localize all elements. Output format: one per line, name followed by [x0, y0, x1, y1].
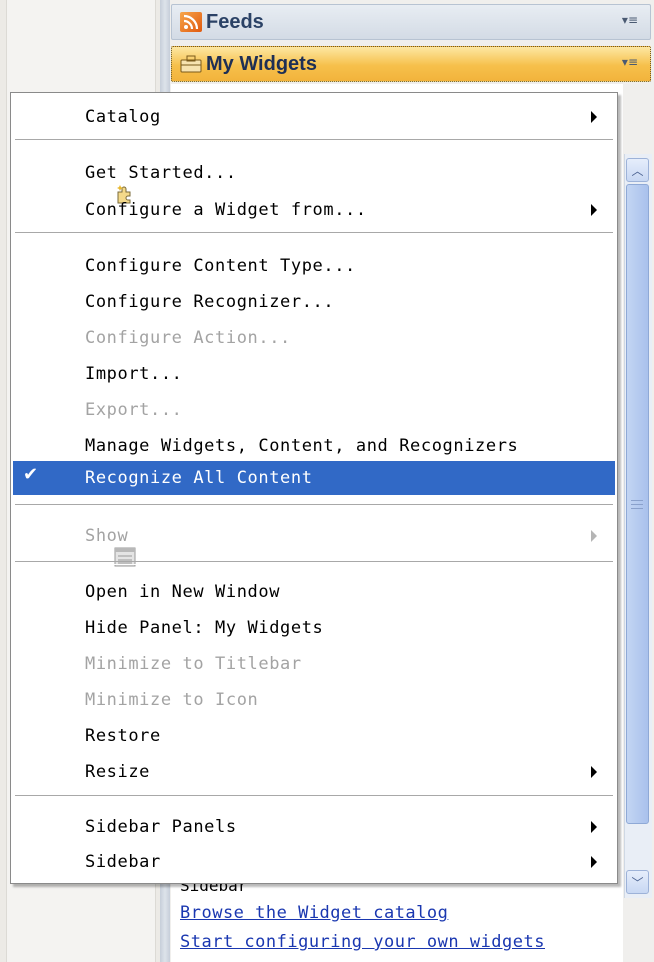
menu-item-resize[interactable]: Resize	[13, 757, 615, 787]
menu-item-sidebar[interactable]: Sidebar	[13, 847, 615, 877]
configure-widgets-link[interactable]: Start configuring your own widgets	[180, 932, 545, 952]
menu-item-manage[interactable]: Manage Widgets, Content, and Recognizers	[13, 431, 615, 461]
submenu-arrow-icon	[591, 111, 597, 123]
menu-item-label: Catalog	[85, 107, 161, 127]
submenu-arrow-icon	[591, 204, 597, 216]
scroll-grip-line	[631, 504, 643, 505]
context-menu: Catalog Get Started... Configure a Widge…	[10, 92, 618, 884]
feeds-panel-menu-icon[interactable]: ▾≡	[622, 13, 638, 27]
my-widgets-panel-menu-icon[interactable]: ▾≡	[622, 55, 638, 69]
scroll-grip-line	[631, 500, 643, 501]
menu-item-label: Configure Content Type...	[85, 256, 356, 276]
submenu-arrow-icon	[591, 821, 597, 833]
my-widgets-panel-header[interactable]: My Widgets ▾≡	[171, 46, 651, 82]
rss-feed-icon	[180, 12, 202, 32]
scroll-down-button[interactable]: ﹀	[626, 870, 649, 894]
menu-separator	[15, 139, 613, 143]
menu-separator	[15, 795, 613, 799]
feeds-panel-title: Feeds	[206, 10, 264, 33]
menu-item-label: Recognize All Content	[85, 468, 313, 488]
menu-item-recognize-all[interactable]: ✔ Recognize All Content	[13, 461, 615, 495]
menu-item-minimize-titlebar: Minimize to Titlebar	[13, 649, 615, 679]
menu-item-hide-panel[interactable]: Hide Panel: My Widgets	[13, 613, 615, 643]
menu-item-label: Export...	[85, 400, 183, 420]
chevron-up-icon: ︿	[631, 163, 644, 178]
menu-item-label: Sidebar Panels	[85, 817, 237, 837]
menu-item-label: Configure Action...	[85, 328, 291, 348]
checkmark-icon: ✔	[23, 464, 39, 485]
menu-item-import[interactable]: Import...	[13, 359, 615, 389]
puzzle-sparkle-icon	[49, 163, 131, 204]
menu-item-configure-widget-from[interactable]: Configure a Widget from...	[13, 195, 615, 225]
menu-item-get-started[interactable]: Get Started...	[13, 158, 615, 204]
scroll-grip-line	[631, 508, 643, 509]
menu-item-label: Minimize to Icon	[85, 690, 259, 710]
menu-item-export: Export...	[13, 395, 615, 425]
feeds-panel-header[interactable]: Feeds ▾≡	[171, 4, 651, 40]
submenu-arrow-icon	[591, 530, 597, 542]
menu-item-label: Import...	[85, 364, 183, 384]
menu-separator	[15, 561, 613, 565]
submenu-arrow-icon	[591, 856, 597, 868]
menu-item-sidebar-panels[interactable]: Sidebar Panels	[13, 812, 615, 842]
menu-separator	[15, 232, 613, 236]
menu-item-label: Get Started...	[85, 163, 237, 183]
menu-item-label: Minimize to Titlebar	[85, 654, 302, 674]
my-widgets-panel-title: My Widgets	[206, 52, 317, 75]
chevron-down-icon: ﹀	[631, 875, 644, 890]
menu-item-label: Open in New Window	[85, 582, 281, 602]
menu-item-open-new-window[interactable]: Open in New Window	[13, 577, 615, 607]
menu-separator	[15, 504, 613, 508]
menu-item-label: Sidebar	[85, 852, 161, 872]
menu-item-label: Restore	[85, 726, 161, 746]
menu-item-show: Show	[13, 521, 615, 567]
menu-item-label: Configure Recognizer...	[85, 292, 335, 312]
scroll-up-button[interactable]: ︿	[626, 158, 649, 182]
menu-item-label: Configure a Widget from...	[85, 200, 367, 220]
briefcase-icon	[180, 54, 202, 74]
menu-item-restore[interactable]: Restore	[13, 721, 615, 751]
menu-item-label: Resize	[85, 762, 151, 782]
window-list-icon	[49, 526, 136, 567]
menu-item-catalog[interactable]: Catalog	[13, 102, 615, 132]
menu-item-configure-recognizer[interactable]: Configure Recognizer...	[13, 287, 615, 317]
menu-item-label: Manage Widgets, Content, and Recognizers	[85, 436, 519, 456]
menu-item-label: Hide Panel: My Widgets	[85, 618, 324, 638]
browse-catalog-link[interactable]: Browse the Widget catalog	[180, 903, 448, 923]
submenu-arrow-icon	[591, 766, 597, 778]
menu-item-label: Show	[85, 526, 129, 546]
menu-item-configure-content-type[interactable]: Configure Content Type...	[13, 251, 615, 281]
menu-item-configure-action: Configure Action...	[13, 323, 615, 353]
menu-item-minimize-icon: Minimize to Icon	[13, 685, 615, 715]
